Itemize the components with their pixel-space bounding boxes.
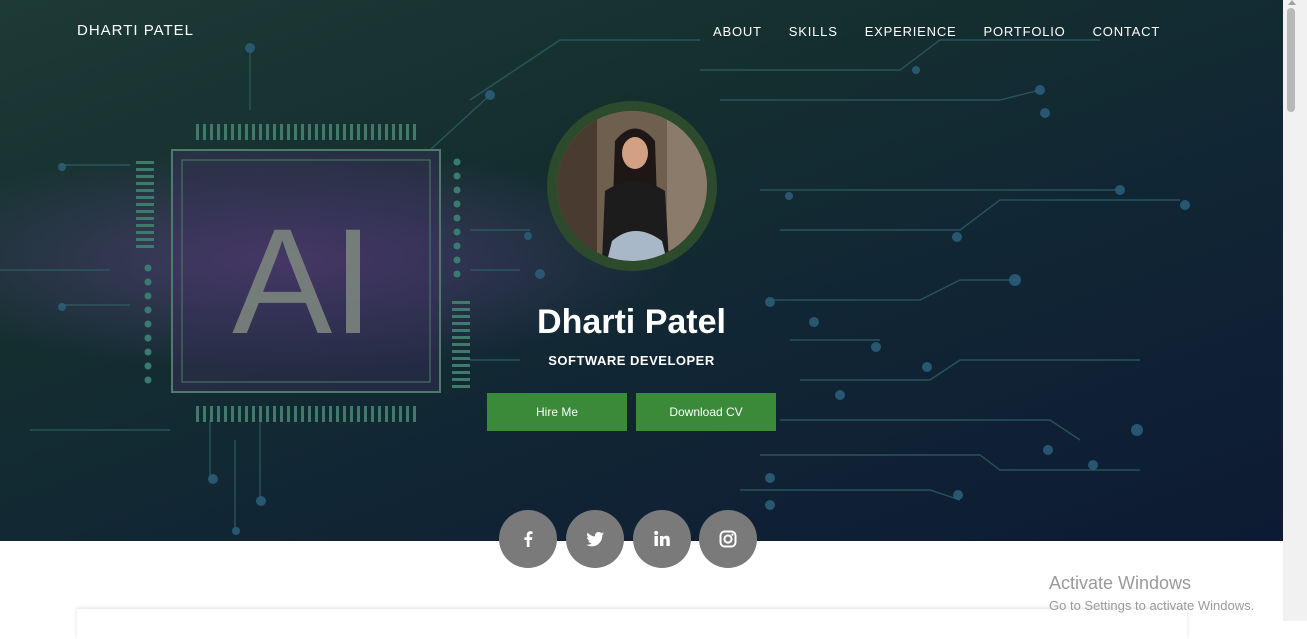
twitter-button[interactable]: [566, 510, 624, 568]
facebook-icon: [524, 531, 533, 547]
nav-about[interactable]: ABOUT: [713, 24, 762, 39]
hire-me-button[interactable]: Hire Me: [487, 393, 627, 431]
hero-role: SOFTWARE DEVELOPER: [548, 353, 715, 368]
hero-section: AI DHARTI PATEL ABOUT SKILLS EXPERIENCE …: [0, 0, 1283, 541]
about-card: [77, 609, 1187, 639]
brand-logo[interactable]: DHARTI PATEL: [77, 22, 194, 39]
ai-chip-graphic: AI: [136, 124, 470, 422]
hero-name: Dharti Patel: [537, 303, 726, 341]
twitter-icon: [586, 532, 604, 547]
windows-activation-title: Activate Windows: [1049, 573, 1192, 593]
scroll-up-arrow-icon[interactable]: [1288, 0, 1296, 5]
facebook-button[interactable]: [499, 510, 557, 568]
instagram-button[interactable]: [699, 510, 757, 568]
download-cv-button[interactable]: Download CV: [636, 393, 776, 431]
linkedin-button[interactable]: [633, 510, 691, 568]
instagram-icon: [719, 530, 737, 548]
nav-skills[interactable]: SKILLS: [789, 24, 838, 39]
profile-photo: [557, 111, 707, 261]
profile-avatar-ring: [547, 101, 717, 271]
linkedin-icon: [654, 530, 670, 546]
nav-experience[interactable]: EXPERIENCE: [865, 24, 957, 39]
windows-activation-subtitle: Go to Settings to activate Windows.: [1049, 598, 1255, 613]
main-nav: ABOUT SKILLS EXPERIENCE PORTFOLIO CONTAC…: [713, 24, 1187, 39]
nav-portfolio[interactable]: PORTFOLIO: [984, 24, 1066, 39]
nav-contact[interactable]: CONTACT: [1093, 24, 1160, 39]
scrollbar-thumb[interactable]: [1287, 8, 1295, 112]
circuit-background: AI: [0, 39, 1190, 535]
